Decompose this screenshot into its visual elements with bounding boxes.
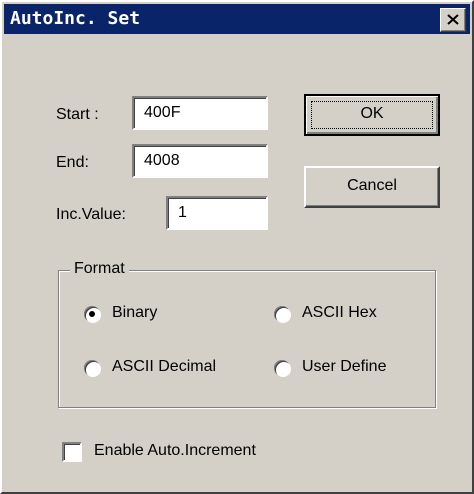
radio-icon[interactable] xyxy=(84,360,100,376)
end-input[interactable]: 4008 xyxy=(132,144,268,178)
cancel-button[interactable]: Cancel xyxy=(304,166,440,208)
inc-value-input[interactable]: 1 xyxy=(166,196,268,230)
window-title: AutoInc. Set xyxy=(10,8,141,29)
format-group xyxy=(58,270,436,408)
radio-icon[interactable] xyxy=(274,360,290,376)
ok-button[interactable]: OK xyxy=(304,94,440,136)
end-label: End: xyxy=(56,154,89,171)
inc-value-label: Inc.Value: xyxy=(56,206,126,223)
close-icon xyxy=(447,14,459,25)
focus-rect xyxy=(311,101,433,129)
radio-ascii-decimal-label[interactable]: ASCII Decimal xyxy=(112,358,216,376)
enable-auto-increment-label[interactable]: Enable Auto.Increment xyxy=(94,442,256,460)
autoinc-set-dialog: AutoInc. Set Start : 400F End: 4008 Inc.… xyxy=(0,0,474,494)
start-input[interactable]: 400F xyxy=(132,96,268,130)
radio-dot xyxy=(89,311,95,317)
radio-icon[interactable] xyxy=(274,306,290,322)
radio-ascii-hex-label[interactable]: ASCII Hex xyxy=(302,304,377,322)
radio-user-define-label[interactable]: User Define xyxy=(302,358,386,376)
radio-icon[interactable] xyxy=(84,306,100,322)
start-label: Start : xyxy=(56,106,99,123)
format-legend: Format xyxy=(70,260,129,278)
cancel-button-label: Cancel xyxy=(347,177,397,194)
checkbox-box[interactable] xyxy=(62,442,82,462)
title-bar[interactable]: AutoInc. Set xyxy=(4,4,470,34)
close-button[interactable] xyxy=(440,8,466,32)
radio-binary-label[interactable]: Binary xyxy=(112,304,157,322)
